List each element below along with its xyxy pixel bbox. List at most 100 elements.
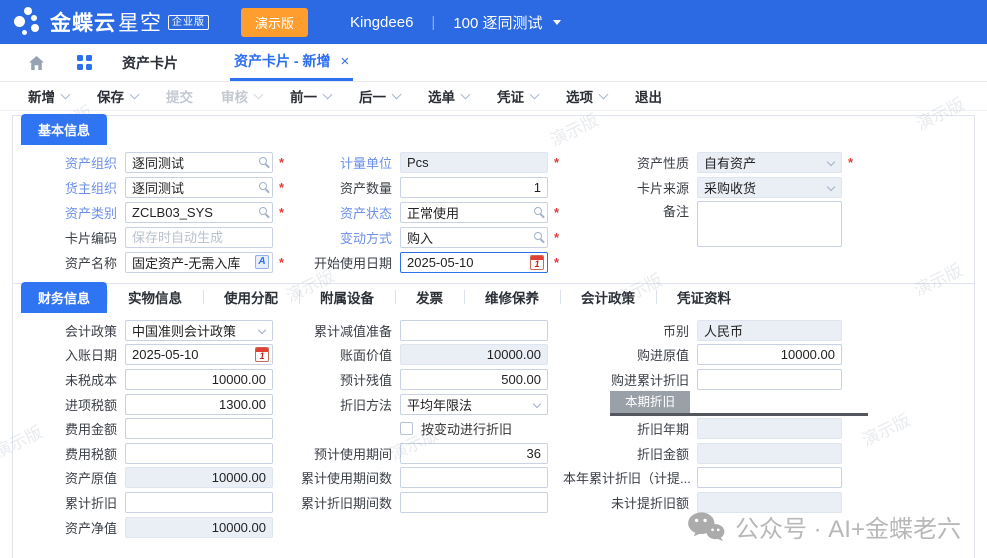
cost-excl-tax-input[interactable]	[125, 369, 273, 390]
residual-value-label: 预计残值	[293, 370, 392, 389]
expense-amount-label: 费用金额	[13, 419, 117, 438]
asset-org-label[interactable]: 资产组织	[13, 153, 117, 172]
entry-date-input[interactable]	[125, 344, 273, 365]
purchase-original-value-input[interactable]	[697, 344, 842, 365]
home-icon[interactable]	[28, 55, 45, 71]
field-input-tax: 进项税额	[13, 392, 293, 417]
chevron-down-icon[interactable]	[130, 89, 140, 99]
tab-invoice[interactable]: 发票	[395, 281, 464, 313]
owner-org-input[interactable]	[125, 177, 273, 198]
asset-org-input[interactable]	[125, 152, 273, 173]
remark-textarea[interactable]	[697, 201, 842, 247]
calendar-icon[interactable]	[255, 347, 269, 362]
currency-label: 币别	[563, 321, 689, 340]
chevron-down-icon[interactable]	[323, 89, 333, 99]
tab-asset-card-new[interactable]: 资产卡片 - 新增 ×	[230, 44, 353, 81]
expense-amount-input[interactable]	[125, 418, 273, 439]
chevron-down-icon[interactable]	[461, 89, 471, 99]
search-icon[interactable]	[259, 182, 267, 190]
field-purchase-accum-depreciation: 购进累计折旧	[563, 367, 974, 392]
topbar-divider: |	[431, 14, 435, 31]
chevron-down-icon[interactable]	[61, 89, 71, 99]
field-expense-amount: 费用金额	[13, 416, 293, 441]
accum-depreciation-input[interactable]	[125, 492, 273, 513]
depreciate-by-change-checkbox[interactable]	[400, 422, 413, 435]
asset-category-label[interactable]: 资产类别	[13, 203, 117, 222]
asset-name-input[interactable]	[125, 252, 273, 273]
impairment-reserve-input[interactable]	[400, 320, 548, 341]
depreciation-method-select[interactable]	[400, 394, 548, 415]
chevron-down-icon[interactable]	[530, 89, 540, 99]
toolbar-previous-button[interactable]: 前一	[290, 86, 331, 106]
start-use-date-input[interactable]	[400, 252, 548, 273]
card-number-input[interactable]	[125, 227, 273, 248]
finance-col-3: 币别 购进原值 购进累计折旧 本期折旧 折旧年期	[563, 318, 974, 539]
field-card-number: 卡片编码	[13, 225, 293, 250]
toolbar-new-button[interactable]: 新增	[28, 86, 69, 106]
tab-asset-card-new-label: 资产卡片 - 新增	[234, 51, 330, 71]
accounting-policy-select[interactable]	[125, 320, 273, 341]
field-expected-periods: 预计使用期间	[293, 441, 563, 466]
unit-label[interactable]: 计量单位	[293, 153, 392, 172]
field-asset-status: 资产状态 *	[293, 200, 563, 225]
tab-maintenance[interactable]: 维修保养	[464, 281, 560, 313]
used-periods-input[interactable]	[400, 467, 548, 488]
top-bar: 金蝶云 星空 企业版 演示版 Kingdee6 | 100 逐同测试	[0, 0, 987, 44]
change-method-input[interactable]	[400, 227, 548, 248]
depreciated-periods-label: 累计折旧期间数	[293, 493, 392, 512]
chevron-down-icon[interactable]	[392, 89, 402, 99]
tab-basic-info[interactable]: 基本信息	[21, 114, 107, 145]
chevron-down-icon[interactable]	[553, 20, 561, 25]
tab-asset-card-list[interactable]: 资产卡片	[122, 53, 178, 73]
close-icon[interactable]: ×	[340, 53, 349, 70]
cost-excl-tax-label: 未税成本	[13, 370, 117, 389]
search-icon[interactable]	[259, 157, 267, 165]
expense-tax-input[interactable]	[125, 443, 273, 464]
username[interactable]: Kingdee6	[350, 14, 413, 31]
asset-status-input[interactable]	[400, 202, 548, 223]
residual-value-input[interactable]	[400, 369, 548, 390]
toolbar-save-button[interactable]: 保存	[97, 86, 138, 106]
chevron-down-icon[interactable]	[599, 89, 609, 99]
brand-light: 星空	[118, 7, 162, 37]
asset-category-input[interactable]	[125, 202, 273, 223]
demo-version-button[interactable]: 演示版	[241, 8, 308, 37]
asset-nature-select[interactable]	[697, 152, 842, 173]
field-undepreciated-amount: 未计提折旧额	[563, 490, 974, 515]
asset-nature-label: 资产性质	[563, 153, 689, 172]
asset-qty-input[interactable]	[400, 177, 548, 198]
asset-status-label[interactable]: 资产状态	[293, 203, 392, 222]
card-source-select[interactable]	[697, 177, 842, 198]
toolbar-next-button[interactable]: 后一	[359, 86, 400, 106]
toolbar-options-button[interactable]: 选项	[566, 86, 607, 106]
field-ytd-depreciation: 本年累计折旧（计提...	[563, 466, 974, 491]
ytd-depreciation-input[interactable]	[697, 467, 842, 488]
apps-grid-icon[interactable]	[77, 55, 92, 70]
expected-periods-input[interactable]	[400, 443, 548, 464]
depreciated-periods-input[interactable]	[400, 492, 548, 513]
org-switcher[interactable]: 100 逐同测试	[453, 12, 542, 33]
toolbar-exit-button[interactable]: 退出	[635, 86, 662, 106]
tab-usage-allocation[interactable]: 使用分配	[203, 281, 299, 313]
required-marker: *	[554, 230, 559, 245]
calendar-icon[interactable]	[530, 255, 544, 270]
search-icon[interactable]	[259, 207, 267, 215]
current-period-depreciation-subtab[interactable]: 本期折旧	[610, 391, 690, 413]
tab-physical-info[interactable]: 实物信息	[107, 281, 203, 313]
tab-accounting-policy[interactable]: 会计政策	[560, 281, 656, 313]
book-value-label: 账面价值	[293, 345, 392, 364]
search-icon[interactable]	[534, 232, 542, 240]
toolbar: 新增 保存 提交 审核 前一 后一 选单 凭证 选项 退出	[0, 82, 987, 111]
toolbar-pick-list-button[interactable]: 选单	[428, 86, 469, 106]
translate-icon[interactable]: A	[255, 255, 269, 269]
book-value-input	[400, 344, 548, 365]
search-icon[interactable]	[534, 207, 542, 215]
tab-finance-info[interactable]: 财务信息	[21, 282, 107, 313]
owner-org-label[interactable]: 货主组织	[13, 178, 117, 197]
tab-voucher-data[interactable]: 凭证资料	[656, 281, 752, 313]
tab-attached-equipment[interactable]: 附属设备	[299, 281, 395, 313]
input-tax-input[interactable]	[125, 394, 273, 415]
change-method-label[interactable]: 变动方式	[293, 228, 392, 247]
toolbar-voucher-button[interactable]: 凭证	[497, 86, 538, 106]
purchase-accum-depreciation-input[interactable]	[697, 369, 842, 390]
